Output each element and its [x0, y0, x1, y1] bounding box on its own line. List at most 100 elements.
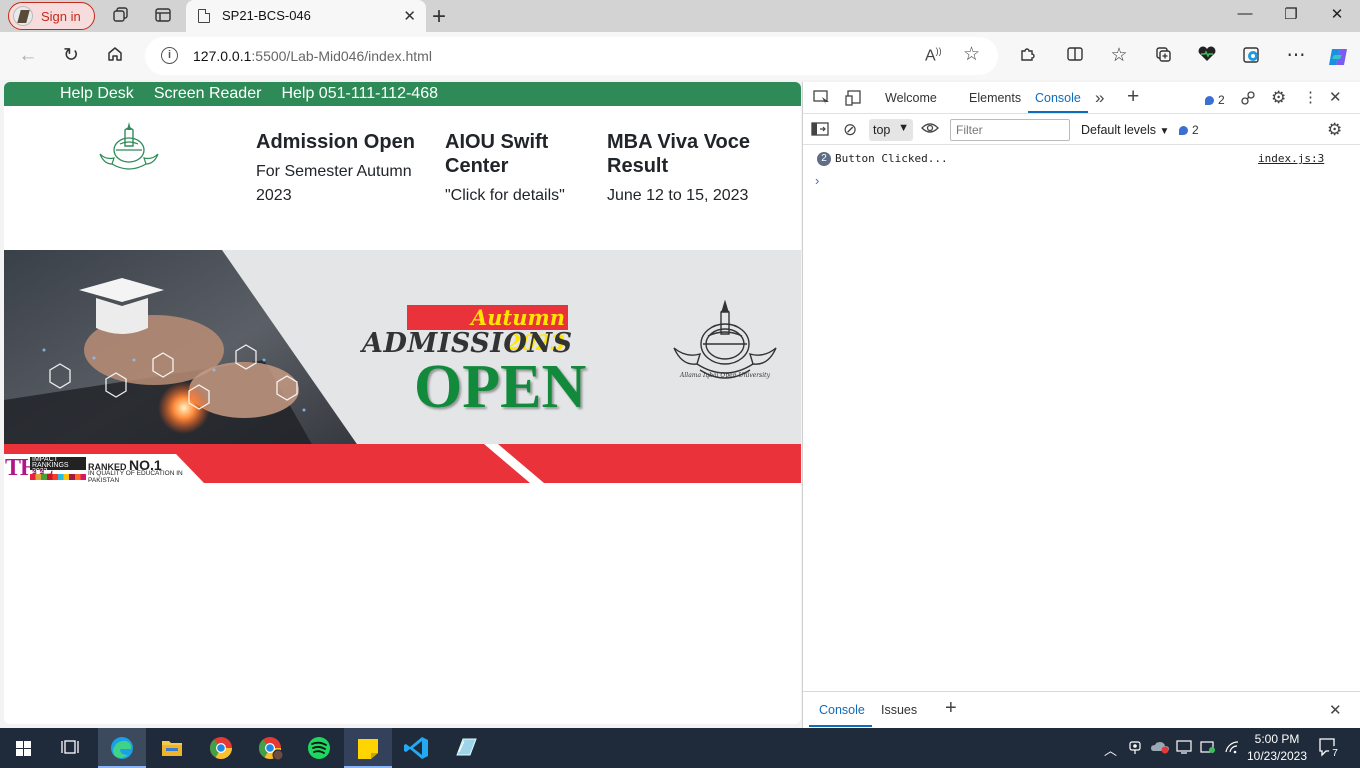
banner-open-text: OPEN [414, 353, 587, 421]
clock-time: 5:00 PM [1254, 732, 1300, 746]
restore-icon[interactable]: ❐ [1276, 5, 1306, 23]
console-message-count[interactable]: 2 [1179, 123, 1199, 137]
drawer-add-tab-icon[interactable]: + [945, 697, 957, 720]
tab-console[interactable]: Console [1035, 91, 1081, 105]
news-swift-center[interactable]: AIOU Swift Center "Click for details" [445, 130, 577, 208]
news-title: Admission Open [256, 131, 415, 153]
repeat-count-badge: 2 [817, 152, 831, 166]
news-title: MBA Viva Voce Result [607, 131, 751, 177]
news-admission-open[interactable]: Admission Open For Semester Autumn 2023 [256, 130, 416, 208]
show-sidebar-icon[interactable] [811, 121, 829, 141]
tray-wifi-icon[interactable] [1224, 740, 1240, 757]
start-windows-icon[interactable] [0, 728, 48, 768]
tray-security-icon[interactable] [1200, 740, 1216, 757]
minimize-icon[interactable]: — [1230, 5, 1260, 22]
console-log-entry[interactable]: 2 Button Clicked... index.js:3 [803, 148, 1360, 170]
refresh-icon[interactable]: ↻ [60, 45, 82, 67]
drawer-tab-issues[interactable]: Issues [881, 703, 917, 717]
site-header: Admission Open For Semester Autumn 2023 … [4, 106, 801, 250]
context-selector[interactable]: top ▼ [869, 119, 913, 141]
console-filter-input[interactable]: Filter [950, 119, 1070, 141]
university-logo[interactable] [96, 120, 162, 176]
log-levels-dropdown[interactable]: Default levels ▼ [1081, 123, 1169, 137]
read-aloud-icon[interactable]: A)) [925, 46, 942, 65]
more-menu-icon[interactable]: ⋯ [1285, 45, 1307, 67]
log-source-link[interactable]: index.js:3 [1258, 152, 1324, 165]
news-text: June 12 to 15, 2023 [607, 187, 749, 204]
home-icon[interactable] [104, 45, 126, 67]
task-view-icon[interactable] [48, 728, 96, 768]
tab-active[interactable]: SP21-BCS-046 ✕ [186, 0, 426, 32]
devtools-menu-icon[interactable]: ⋮ [1303, 88, 1318, 106]
address-bar[interactable]: i 127.0.0.1:5500/Lab-Mid046/index.html A… [145, 37, 998, 75]
taskbar-app-icon[interactable] [442, 728, 490, 768]
workspaces-icon[interactable] [111, 6, 131, 26]
live-expression-eye-icon[interactable] [921, 121, 939, 139]
clear-console-icon[interactable]: ⊘ [843, 120, 857, 140]
banner-white-stripe [484, 444, 544, 483]
notification-count: 7 [1332, 748, 1338, 759]
favorite-star-icon[interactable]: ☆ [963, 43, 980, 66]
inspect-element-icon[interactable] [813, 90, 831, 110]
issues-badge[interactable]: 2 [1205, 93, 1225, 107]
news-title: AIOU Swift Center [445, 131, 549, 177]
nav-screen-reader-link[interactable]: Screen Reader [154, 85, 262, 103]
split-screen-icon[interactable] [1064, 45, 1086, 67]
show-hidden-icons-chevron-icon[interactable]: ︿ [1104, 740, 1117, 759]
tab-welcome[interactable]: Welcome [885, 91, 937, 105]
tray-onedrive-icon[interactable] [1150, 740, 1170, 757]
university-crest-logo: Allama Iqbal Open University [673, 300, 777, 379]
tab-elements[interactable]: Elements [969, 91, 1021, 105]
taskbar-edge-icon[interactable] [98, 728, 146, 768]
console-settings-icon[interactable]: ⚙ [1327, 120, 1342, 140]
url-text[interactable]: 127.0.0.1:5500/Lab-Mid046/index.html [193, 48, 432, 64]
log-message: Button Clicked... [835, 152, 948, 165]
drawer-active-indicator [809, 725, 872, 727]
add-tab-icon[interactable]: + [1127, 85, 1139, 109]
site-info-icon[interactable]: i [161, 47, 178, 64]
extensions-icon[interactable] [1016, 45, 1038, 67]
close-devtools-icon[interactable]: ✕ [1329, 88, 1342, 106]
vertical-tabs-icon[interactable] [153, 6, 173, 26]
taskbar-file-explorer-icon[interactable] [148, 728, 196, 768]
collections-icon[interactable] [1152, 45, 1174, 67]
ranking-badge: THE IMPACT RANKINGS 2023 RANKED NO.1 IN … [4, 454, 204, 483]
news-mba-viva[interactable]: MBA Viva Voce Result June 12 to 15, 2023 [607, 130, 767, 208]
taskbar-clock[interactable]: 5:00 PM 10/23/2023 [1244, 731, 1310, 765]
browser-essentials-icon[interactable] [1196, 45, 1218, 67]
news-text: For Semester Autumn 2023 [256, 163, 412, 204]
tray-camera-icon[interactable] [1128, 740, 1142, 759]
settings-gear-icon[interactable]: ⚙ [1271, 88, 1286, 108]
copilot-icon[interactable] [1326, 45, 1348, 67]
notifications-icon[interactable]: 7 [1318, 736, 1342, 763]
console-prompt-chevron-icon[interactable]: › [815, 173, 819, 188]
close-drawer-icon[interactable]: ✕ [1329, 701, 1342, 719]
nav-help-desk-link[interactable]: Help Desk [60, 85, 134, 103]
taskbar-chrome-profile-icon[interactable] [246, 728, 294, 768]
close-tab-icon[interactable]: ✕ [403, 7, 416, 25]
connections-icon[interactable] [1239, 89, 1257, 111]
drawer-tab-console[interactable]: Console [819, 703, 865, 717]
back-icon[interactable]: ← [17, 45, 39, 67]
taskbar-spotify-icon[interactable] [295, 728, 343, 768]
taskbar-chrome-icon[interactable] [197, 728, 245, 768]
new-tab-icon[interactable]: + [432, 3, 446, 31]
taskbar-sticky-notes-icon[interactable] [344, 728, 392, 768]
sdg-color-stripe [30, 474, 86, 480]
taskbar-vscode-icon[interactable] [393, 728, 441, 768]
favorites-icon[interactable]: ☆ [1108, 45, 1130, 67]
devtools-main-toolbar: Welcome Elements Console » + 2 ⚙ ⋮ ✕ [803, 82, 1360, 114]
admissions-banner[interactable]: THE IMPACT RANKINGS 2023 RANKED NO.1 IN … [4, 250, 801, 483]
edge-feature-icon[interactable] [1240, 45, 1262, 67]
nav-help-phone-link[interactable]: Help 051-111-112-468 [281, 85, 438, 103]
more-tabs-icon[interactable]: » [1095, 88, 1104, 108]
banner-season: Autumn 2023 [407, 305, 568, 355]
profile-avatar-icon [13, 6, 33, 26]
close-window-icon[interactable]: ✕ [1322, 5, 1352, 23]
tray-device-icon[interactable] [1176, 740, 1192, 757]
news-text: "Click for details" [445, 187, 565, 204]
device-emulation-icon[interactable] [845, 90, 863, 110]
impact-rankings-label: IMPACT RANKINGS 2023 [30, 456, 86, 475]
sign-in-button[interactable]: Sign in [8, 2, 95, 30]
browser-toolbar: ← ↻ i 127.0.0.1:5500/Lab-Mid046/index.ht… [0, 32, 1360, 80]
